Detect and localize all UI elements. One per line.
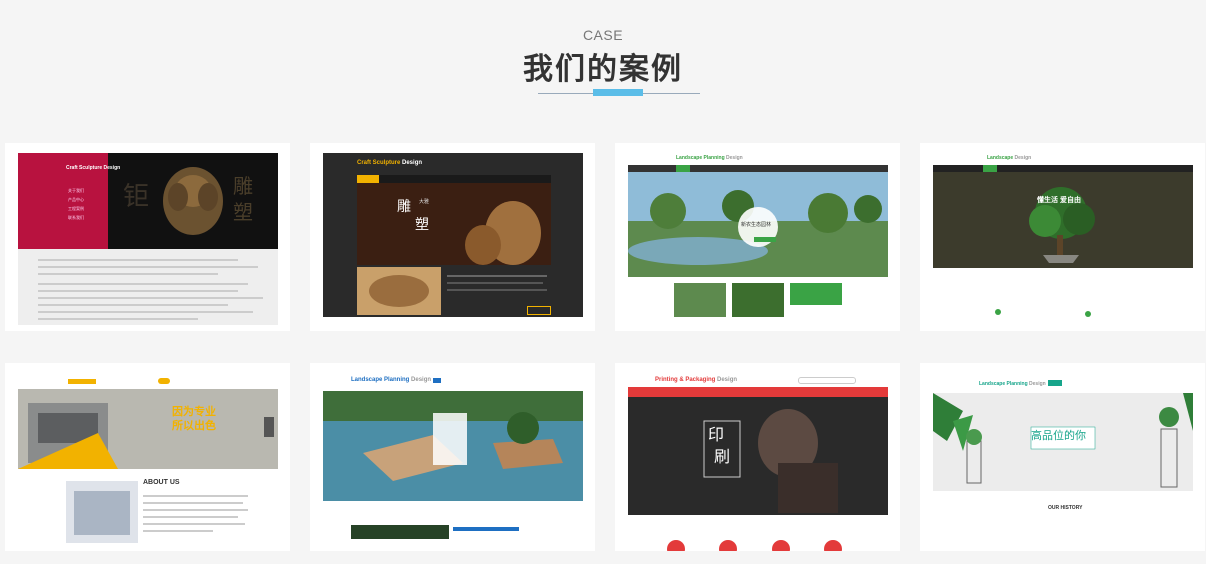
garden-landscape-image [628,172,888,317]
section-label: CASE [582,27,624,43]
case-card-4[interactable]: Landscape Design 懂生活 爱自由 [920,143,1205,331]
nav-item: 关于我们 [68,188,84,193]
hero-line: 所以出色 [172,420,216,432]
case-card-8[interactable]: Landscape Planning Design 高品位的你 OUR HIST… [920,363,1205,551]
printing-hero-image [628,397,888,551]
sculpture-image [357,183,551,315]
case-screenshot-3: Landscape Planning Design 新农生态园林 [628,151,888,321]
waterfront-landscape-image [323,391,583,539]
elephant-sculpture-image: 钜 雕 塑 [123,167,253,235]
case-card-2[interactable]: Craft Sculpture Design 雕 塑 大雅 [310,143,595,331]
case-screenshot-5: 因为专业 所以出色 ABOUT US [18,373,278,551]
case-card-5[interactable]: 因为专业 所以出色 ABOUT US [5,363,290,551]
svg-text:雕: 雕 [233,174,253,198]
case-screenshot-2: Craft Sculpture Design 雕 塑 大雅 [323,153,583,317]
case-card-1[interactable]: 钜 雕 塑 Craft Sculpture Design 关于我们 产品中心 工… [5,143,290,331]
hero-char: 刷 [714,447,731,466]
hero-small-text: 大雅 [419,199,430,205]
hero-line: 因为专业 [172,406,216,418]
hero-char: 印 [708,425,725,444]
hero-text: 高品位的你 [1031,430,1086,442]
tree-hero-image [933,172,1193,317]
svg-text:钜: 钜 [123,182,149,212]
nav-item: 工程案例 [68,206,84,211]
case-card-7[interactable]: Printing & Packaging Design 印 刷 [615,363,900,551]
title-accent-bar [593,89,643,96]
about-title: ABOUT US [143,479,180,486]
section-title: 我们的案例 [523,53,683,86]
hero-char: 雕 [397,199,411,215]
case-screenshot-7: Printing & Packaging Design 印 刷 [628,373,888,551]
hero-text: 新农生态园林 [741,222,772,228]
plant-decor-image [933,393,1193,491]
nav-item: 联系我们 [68,215,84,220]
case-screenshot-1: 钜 雕 塑 Craft Sculpture Design 关于我们 产品中心 工… [18,153,278,325]
brand-text: Craft Sculpture Design [66,165,121,171]
case-screenshot-6: Landscape Planning Design [323,373,583,551]
svg-text:塑: 塑 [233,200,253,224]
hero-char: 塑 [415,217,429,233]
hero-text: 懂生活 爱自由 [1037,197,1081,204]
case-screenshot-8: Landscape Planning Design 高品位的你 OUR HIST… [933,371,1193,549]
history-title: OUR HISTORY [1048,505,1083,511]
case-card-3[interactable]: Landscape Planning Design 新农生态园林 [615,143,900,331]
nav-item: 产品中心 [68,197,84,202]
case-screenshot-4: Landscape Design 懂生活 爱自由 [933,151,1193,323]
case-card-6[interactable]: Landscape Planning Design [310,363,595,551]
